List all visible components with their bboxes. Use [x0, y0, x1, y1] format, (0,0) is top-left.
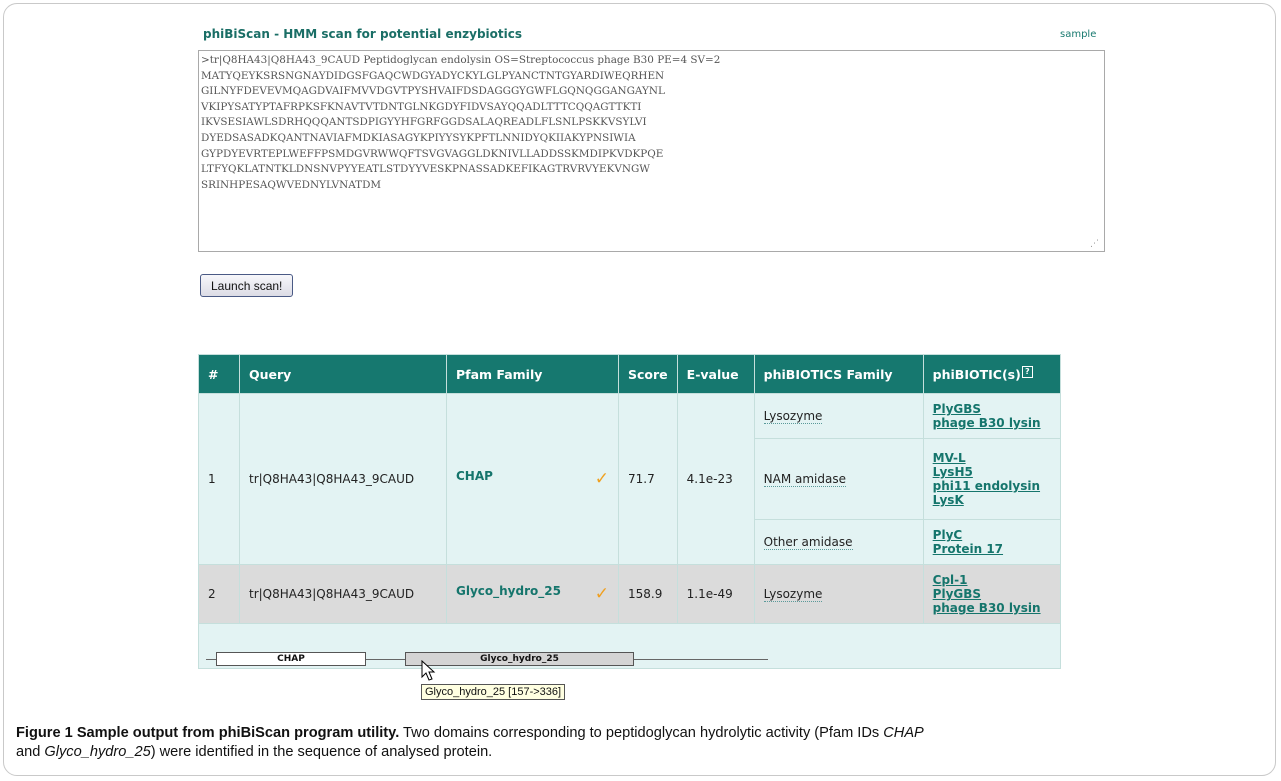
- family-cell: Lysozyme: [754, 565, 923, 623]
- pfam-link[interactable]: CHAP: [456, 469, 493, 483]
- phibiotic-link[interactable]: phage B30 lysin: [933, 601, 1051, 615]
- domain-chap[interactable]: CHAP: [216, 652, 366, 666]
- phibiotic-link[interactable]: LysH5: [933, 465, 1051, 479]
- domain-glyco-hydro-25[interactable]: Glyco_hydro_25: [405, 652, 634, 666]
- row-pfam: Glyco_hydro_25 ✓: [447, 565, 618, 623]
- pfam-link[interactable]: Glyco_hydro_25: [456, 584, 561, 598]
- table-header-row: # Query Pfam Family Score E-value phiBIO…: [199, 355, 1060, 393]
- phibiotic-link[interactable]: LysK: [933, 493, 1051, 507]
- phibiotic-link[interactable]: PlyGBS: [933, 587, 1051, 601]
- table-row: 1 tr|Q8HA43|Q8HA43_9CAUD CHAP ✓ 71.7 4.1e…: [199, 394, 1060, 564]
- caption-id: CHAP: [883, 725, 924, 741]
- family-link[interactable]: Lysozyme: [763, 587, 823, 602]
- help-icon[interactable]: ?: [1021, 365, 1033, 378]
- row-pfam: CHAP ✓: [447, 394, 618, 564]
- phibiotic-link[interactable]: PlyGBS: [933, 402, 1051, 416]
- phibiotics-cell: PlyC Protein 17: [923, 520, 1060, 564]
- col-family-header: phiBIOTICS Family: [754, 355, 923, 393]
- phibiotics-cell: MV-L LysH5 phi11 endolysin LysK: [923, 439, 1060, 519]
- family-cell: Lysozyme: [754, 394, 923, 438]
- protein-backbone: [206, 659, 216, 660]
- resize-grip-icon[interactable]: ⋰: [1090, 238, 1102, 250]
- sample-link[interactable]: sample: [1060, 29, 1096, 40]
- caption-id: Glyco_hydro_25: [44, 744, 151, 760]
- row-query: tr|Q8HA43|Q8HA43_9CAUD: [240, 394, 446, 564]
- mouse-cursor-icon: [421, 660, 436, 681]
- col-num-header: #: [199, 355, 239, 393]
- caption-label: Figure 1 Sample output from phiBiScan pr…: [16, 725, 400, 741]
- figure-caption: Figure 1 Sample output from phiBiScan pr…: [16, 724, 1266, 762]
- phibiotic-link[interactable]: PlyC: [933, 528, 1051, 542]
- check-icon: ✓: [594, 469, 609, 489]
- phibiotics-cell: PlyGBS phage B30 lysin: [923, 394, 1060, 438]
- caption-text: ) were identified in the sequence of ana…: [150, 744, 493, 760]
- launch-scan-button[interactable]: Launch scan!: [200, 274, 294, 297]
- row-query: tr|Q8HA43|Q8HA43_9CAUD: [240, 565, 446, 623]
- family-link[interactable]: Lysozyme: [763, 409, 823, 424]
- phibiotic-link[interactable]: phage B30 lysin: [933, 416, 1051, 430]
- col-pfam-header: Pfam Family: [447, 355, 618, 393]
- check-icon: ✓: [594, 584, 609, 604]
- results-table: # Query Pfam Family Score E-value phiBIO…: [198, 354, 1061, 669]
- family-cell: Other amidase: [754, 520, 923, 564]
- phibiotic-link[interactable]: Cpl-1: [933, 573, 1051, 587]
- row-evalue: 1.1e-49: [677, 565, 754, 623]
- row-num: 1: [199, 394, 239, 564]
- caption-text: Two domains corresponding to peptidoglyc…: [399, 725, 884, 741]
- caption-text: and: [16, 744, 45, 760]
- page-title: phiBiScan - HMM scan for potential enzyb…: [203, 27, 523, 41]
- col-phibiotics-label: phiBIOTIC(s): [932, 367, 1021, 383]
- protein-backbone: [366, 659, 405, 660]
- col-phibiotics-header: phiBIOTIC(s)?: [923, 355, 1060, 393]
- phibiotic-link[interactable]: phi11 endolysin: [933, 479, 1051, 493]
- col-evalue-header: E-value: [677, 355, 754, 393]
- sequence-input[interactable]: >tr|Q8HA43|Q8HA43_9CAUD Peptidoglycan en…: [198, 50, 1105, 252]
- row-evalue: 4.1e-23: [677, 394, 754, 564]
- phibiotics-cell: Cpl-1 PlyGBS phage B30 lysin: [923, 565, 1060, 623]
- col-query-header: Query: [240, 355, 446, 393]
- row-num: 2: [199, 565, 239, 623]
- domain-map: CHAP Glyco_hydro_25: [206, 652, 776, 668]
- table-row: 2 tr|Q8HA43|Q8HA43_9CAUD Glyco_hydro_25 ✓…: [199, 565, 1060, 623]
- domain-tooltip: Glyco_hydro_25 [157->336]: [421, 684, 566, 700]
- family-link[interactable]: NAM amidase: [763, 472, 846, 487]
- family-link[interactable]: Other amidase: [763, 535, 853, 550]
- family-cell: NAM amidase: [754, 439, 923, 519]
- row-score: 71.7: [619, 394, 677, 564]
- col-score-header: Score: [619, 355, 677, 393]
- protein-backbone: [634, 659, 768, 660]
- phibiotic-link[interactable]: MV-L: [933, 451, 1051, 465]
- phibiotic-link[interactable]: Protein 17: [933, 542, 1051, 556]
- row-score: 158.9: [619, 565, 677, 623]
